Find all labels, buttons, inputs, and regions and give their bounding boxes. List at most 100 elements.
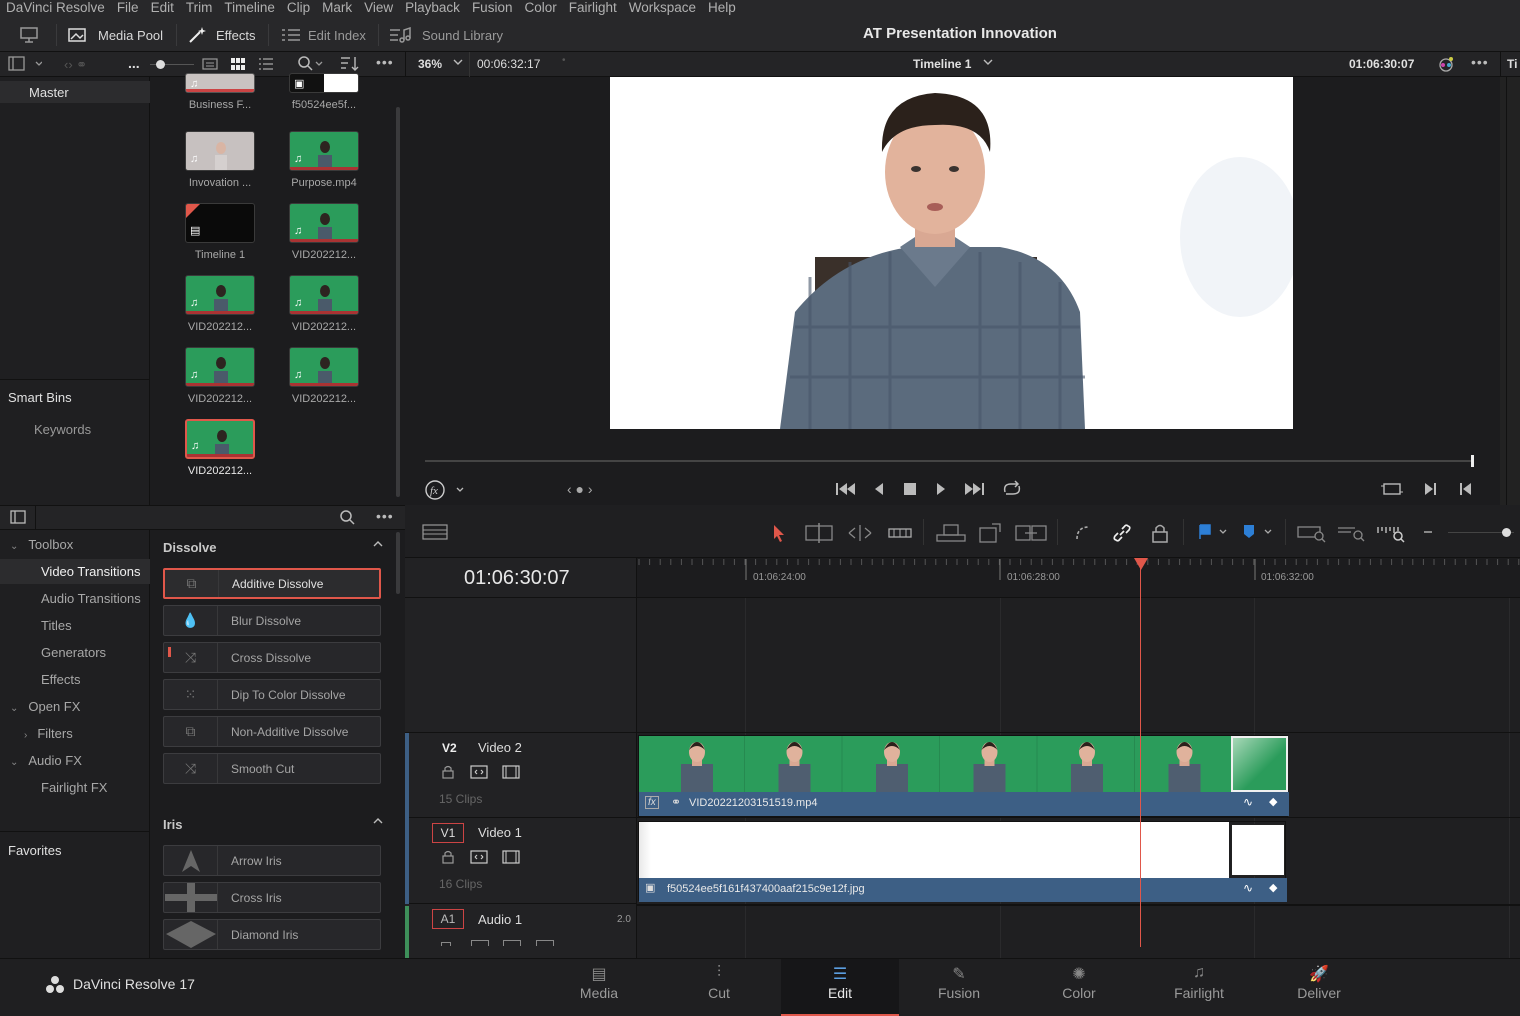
clip-thumbnail[interactable]: ▤ Timeline 1 xyxy=(185,203,255,261)
timeline-view-options-icon[interactable] xyxy=(422,524,448,543)
effects-scrollbar[interactable] xyxy=(396,532,400,594)
thumb-size-slider[interactable] xyxy=(150,60,194,69)
track-a1-name[interactable]: Audio 1 xyxy=(478,912,522,927)
tree-effects[interactable]: Effects xyxy=(41,672,81,687)
menu-timeline[interactable]: Timeline xyxy=(224,1,275,15)
track-v1-name[interactable]: Video 1 xyxy=(478,825,522,840)
clip-thumbnail[interactable]: ♫ VID202212... xyxy=(185,275,255,333)
fx-cross-dissolve[interactable]: ⤨ Cross Dissolve xyxy=(163,642,381,673)
bin-options-icon[interactable]: ••• xyxy=(376,54,394,70)
keyframe-icon[interactable]: ◆ xyxy=(1269,881,1277,894)
effects-options-icon[interactable]: ••• xyxy=(376,508,394,524)
menu-file[interactable]: File xyxy=(117,1,139,15)
clip-thumbnail[interactable]: ♫ VID202212... xyxy=(289,203,359,261)
clip-thumbnail[interactable]: ♫ VID202212... xyxy=(185,347,255,405)
tree-audio-fx[interactable]: ⌄ Audio FX xyxy=(10,753,82,768)
lock-icon[interactable] xyxy=(442,850,454,867)
more-options-button[interactable]: ... xyxy=(128,55,140,71)
page-media[interactable]: ▤ Media xyxy=(540,959,658,1016)
clip-thumbnail[interactable]: ▣ f50524ee5f... xyxy=(289,73,359,111)
curve-icon[interactable]: ∿ xyxy=(1243,881,1253,895)
next-frame-icon[interactable] xyxy=(1423,481,1437,500)
play-reverse-icon[interactable] xyxy=(873,481,885,500)
tree-open-fx[interactable]: ⌄ Open FX xyxy=(10,699,80,714)
auto-select-icon[interactable] xyxy=(470,765,488,782)
zoom-full-icon[interactable] xyxy=(1297,523,1327,546)
track-v1-badge[interactable]: V1 xyxy=(432,823,464,843)
clip-thumbnail[interactable]: ♫ Business F... xyxy=(185,73,255,111)
timeline-clip-v2[interactable]: fx ⚭ VID20221203151519.mp4 ∿ ◆ xyxy=(638,735,1289,817)
timeline-clip-v1[interactable]: ▣ f50524ee5f161f437400aaf215c9e12f.jpg ∿… xyxy=(638,821,1287,902)
menu-clip[interactable]: Clip xyxy=(287,1,310,15)
viewer-frame[interactable] xyxy=(610,77,1293,429)
scrubber-bar[interactable] xyxy=(425,460,1473,462)
auto-select-icon[interactable] xyxy=(470,850,488,867)
overwrite-clip-icon[interactable] xyxy=(978,522,1004,547)
bin-master[interactable]: Master xyxy=(0,81,150,103)
inspector-tab-cut[interactable]: Ti xyxy=(1507,57,1517,71)
fx-dip-to-color-dissolve[interactable]: ⁙ Dip To Color Dissolve xyxy=(163,679,381,710)
timeline-ruler[interactable]: 01:06:24:00 01:06:28:00 01:06:32:00 xyxy=(637,558,1520,598)
snapping-icon[interactable] xyxy=(1073,523,1093,546)
fx-diamond-iris[interactable]: Diamond Iris xyxy=(163,919,381,950)
page-fairlight[interactable]: ♫ Fairlight xyxy=(1140,959,1258,1016)
marker-icon[interactable] xyxy=(1243,524,1273,543)
fx-blur-dissolve[interactable]: 💧 Blur Dissolve xyxy=(163,605,381,636)
play-icon[interactable] xyxy=(935,481,947,500)
fx-additive-dissolve[interactable]: ⧉ Additive Dissolve xyxy=(163,568,381,599)
page-fusion[interactable]: ✎ Fusion xyxy=(900,959,1018,1016)
insert-clip-icon[interactable] xyxy=(936,523,966,546)
tree-toolbox[interactable]: ⌄ Toolbox xyxy=(10,537,73,552)
favorites-header[interactable]: Favorites xyxy=(8,843,61,858)
fx-icon[interactable]: fx xyxy=(425,479,465,504)
scrubber-playhead[interactable] xyxy=(1471,455,1474,467)
go-to-start-icon[interactable] xyxy=(835,481,857,500)
stop-icon[interactable] xyxy=(903,482,917,499)
timeline-chevron-icon[interactable] xyxy=(982,56,994,71)
menu-fusion[interactable]: Fusion xyxy=(472,1,513,15)
tree-video-transitions[interactable]: Video Transitions xyxy=(0,559,150,584)
track-v2-name[interactable]: Video 2 xyxy=(478,740,522,755)
color-picker-icon[interactable] xyxy=(1437,55,1455,76)
selection-tool-icon[interactable] xyxy=(772,524,786,545)
collapse-iris-icon[interactable] xyxy=(372,815,384,830)
linked-selection-icon[interactable] xyxy=(1112,523,1132,546)
fx-non-additive-dissolve[interactable]: ⧉ Non-Additive Dissolve xyxy=(163,716,381,747)
menu-fairlight[interactable]: Fairlight xyxy=(569,1,617,15)
match-frame-icon[interactable] xyxy=(1381,481,1403,500)
track-a1-badge[interactable]: A1 xyxy=(432,909,464,929)
menu-edit[interactable]: Edit xyxy=(151,1,174,15)
blade-tool-icon[interactable] xyxy=(888,523,912,546)
curve-icon[interactable]: ∿ xyxy=(1243,795,1253,809)
track-visibility-icon[interactable] xyxy=(502,850,520,867)
smart-bin-keywords[interactable]: Keywords xyxy=(34,422,91,437)
zoom-level[interactable]: 36% xyxy=(418,57,442,71)
link-icon[interactable]: ‹› ⚭ xyxy=(64,57,87,73)
flag-icon[interactable] xyxy=(1198,524,1228,543)
thumbnail-view-icon[interactable] xyxy=(230,57,246,74)
keyframe-icon[interactable]: ◆ xyxy=(1269,795,1277,808)
track-v2-badge[interactable]: V2 xyxy=(442,741,457,755)
tree-generators[interactable]: Generators xyxy=(41,645,106,660)
tree-fairlight-fx[interactable]: Fairlight FX xyxy=(41,780,107,795)
clip-thumbnail[interactable]: ♫ Invovation ... xyxy=(185,131,255,189)
menu-workspace[interactable]: Workspace xyxy=(629,1,696,15)
list-view-icon[interactable] xyxy=(258,57,274,74)
fx-arrow-iris[interactable]: Arrow Iris xyxy=(163,845,381,876)
dynamic-trim-icon[interactable] xyxy=(847,523,873,546)
zoom-custom-icon[interactable] xyxy=(1377,523,1407,546)
effects-sidebar-toggle-icon[interactable] xyxy=(10,510,26,528)
menu-mark[interactable]: Mark xyxy=(322,1,352,15)
fx-smooth-cut[interactable]: ⤨ Smooth Cut xyxy=(163,753,381,784)
lock-icon[interactable] xyxy=(442,765,454,782)
zoom-detail-icon[interactable] xyxy=(1337,523,1367,546)
position-lock-icon[interactable] xyxy=(1151,523,1169,546)
menu-help[interactable]: Help xyxy=(708,1,736,15)
audio-track-controls[interactable] xyxy=(441,938,561,946)
page-color[interactable]: ✺ Color xyxy=(1020,959,1138,1016)
menu-view[interactable]: View xyxy=(364,1,393,15)
tree-audio-transitions[interactable]: Audio Transitions xyxy=(41,591,141,606)
track-visibility-icon[interactable] xyxy=(502,765,520,782)
page-deliver[interactable]: 🚀 Deliver xyxy=(1260,959,1378,1016)
timeline-playhead[interactable] xyxy=(1140,566,1141,947)
